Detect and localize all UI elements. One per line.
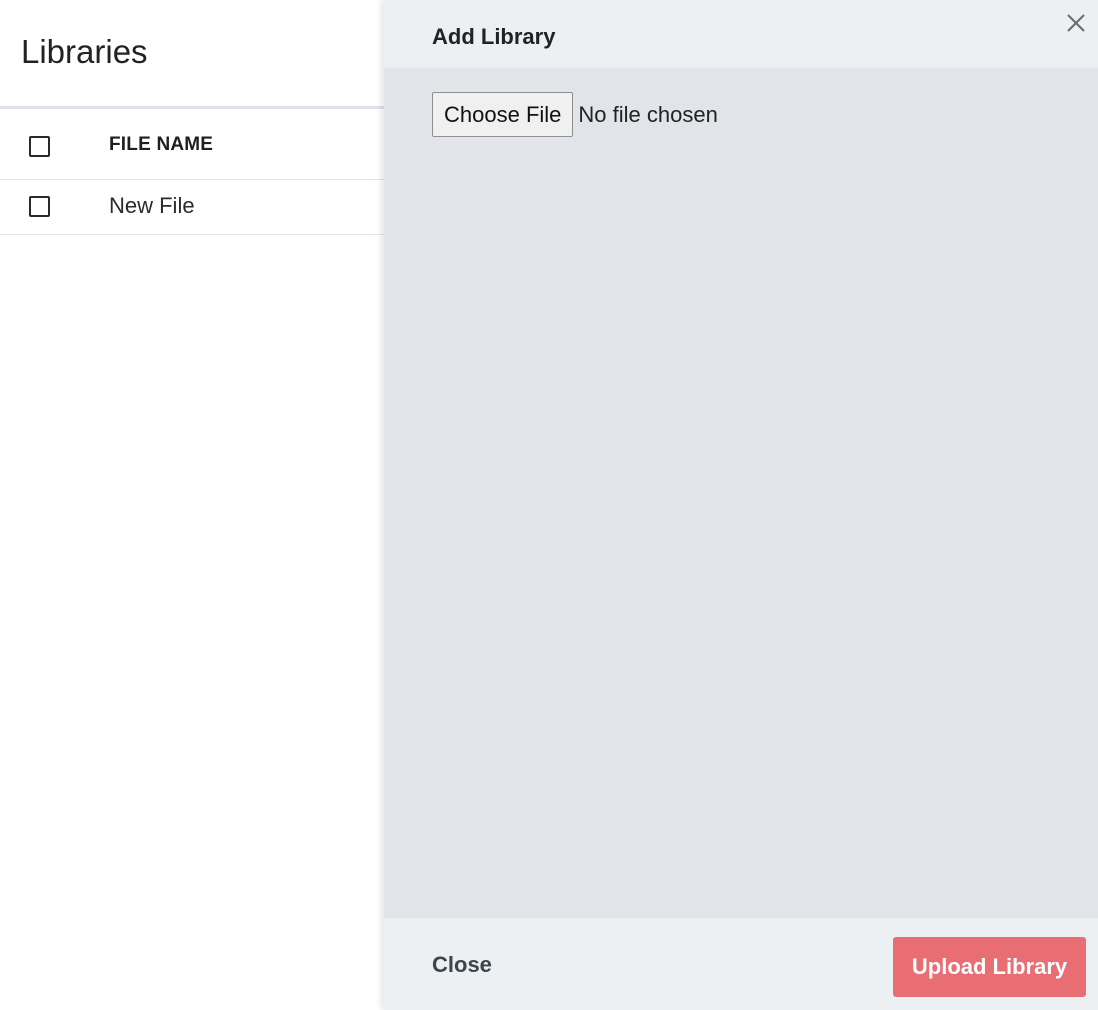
close-icon[interactable] <box>1064 11 1088 35</box>
add-library-panel: Add Library Choose File No file chosen C… <box>384 0 1098 1010</box>
column-header-file-name[interactable]: FILE NAME <box>109 134 213 156</box>
table-row[interactable]: New File <box>0 180 384 235</box>
file-status-text: No file chosen <box>578 101 718 127</box>
header-divider <box>0 106 384 109</box>
table-header-row: FILE NAME <box>0 112 384 180</box>
choose-file-button[interactable]: Choose File <box>432 92 574 137</box>
file-input[interactable]: Choose File No file chosen <box>432 92 718 137</box>
close-button[interactable]: Close <box>432 952 492 978</box>
row-checkbox[interactable] <box>29 196 50 217</box>
upload-library-button[interactable]: Upload Library <box>893 937 1086 997</box>
page-title: Libraries <box>21 33 148 70</box>
file-name-cell[interactable]: New File <box>109 193 195 219</box>
libraries-view: Libraries FILE NAME New File <box>0 0 384 1010</box>
page: Libraries FILE NAME New File Add Library… <box>0 0 1098 1010</box>
select-all-checkbox[interactable] <box>29 136 50 157</box>
panel-title: Add Library <box>432 24 556 49</box>
close-icon-glyph <box>1067 14 1085 32</box>
panel-footer: Close Upload Library <box>384 918 1098 1010</box>
panel-header: Add Library <box>384 0 1098 68</box>
